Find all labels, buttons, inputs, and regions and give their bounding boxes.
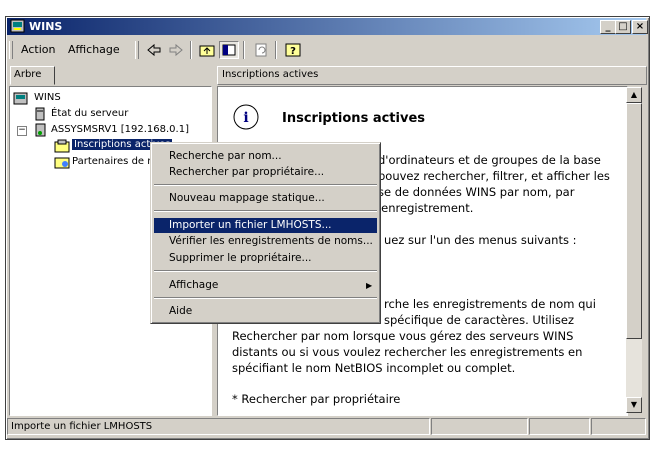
right-pane-header: Inscriptions actives: [217, 66, 647, 85]
forward-arrow-icon[interactable]: [166, 41, 186, 59]
menu-item-delete-owner[interactable]: Supprimer le propriétaire...: [154, 251, 377, 266]
content-line: Rechercher par nom lorsque vous gérez de…: [232, 329, 574, 343]
menu-action-label: Action: [21, 43, 56, 56]
menu-item-new-static-mapping[interactable]: Nouveau mappage statique...: [154, 191, 377, 206]
menu-view[interactable]: Affichage: [68, 43, 120, 56]
toolbar-separator-2: [243, 41, 245, 59]
menu-view-label: Affichage: [68, 43, 120, 56]
window-title: WINS: [29, 20, 63, 33]
active-registrations-icon: [54, 139, 70, 153]
content-line: se de données WINS par nom, par: [378, 185, 575, 199]
content-line: spécifiant le nom NetBIOS incomplet ou c…: [232, 361, 516, 375]
svg-text:i: i: [243, 110, 248, 126]
content-line: d'ordinateurs et de groupes de la base: [378, 153, 601, 167]
minimize-button[interactable]: _: [600, 20, 616, 34]
close-button[interactable]: ×: [632, 20, 648, 34]
submenu-arrow-icon: ▶: [366, 281, 373, 290]
status-bar: Importe un fichier LMHOSTS: [5, 417, 648, 436]
content-line: pouvez rechercher, filtrer, et afficher …: [378, 169, 610, 183]
scroll-down-button[interactable]: ▼: [626, 397, 642, 413]
content-heading: Inscriptions actives: [282, 111, 426, 126]
collapse-toggle[interactable]: −: [17, 126, 27, 136]
maximize-button[interactable]: □: [615, 20, 631, 34]
content-line: spécifique de caractères. Utilisez: [384, 313, 574, 327]
server-status-icon: [35, 107, 45, 121]
menu-action[interactable]: Action: [21, 43, 55, 56]
help-icon[interactable]: ?: [283, 41, 303, 59]
menu-item-view[interactable]: Affichage ▶: [154, 278, 377, 293]
partners-icon: [54, 157, 70, 169]
info-icon: i: [233, 104, 259, 130]
server-icon: [35, 123, 46, 137]
menu-item-search-by-name[interactable]: Recherche par nom...: [154, 149, 377, 164]
svg-text:?: ?: [290, 46, 296, 57]
menu-separator: [154, 297, 377, 299]
tree-item-server-status[interactable]: État du serveur: [51, 108, 128, 119]
menu-item-search-by-owner[interactable]: Rechercher par propriétaire...: [154, 165, 377, 180]
content-line: uez sur l'un des menus suivants :: [384, 233, 577, 247]
content-line: * Rechercher par propriétaire: [232, 392, 401, 406]
tree-item-partners[interactable]: Partenaires de r: [72, 156, 151, 167]
menu-item-verify-records[interactable]: Vérifier les enregistrements de noms...: [154, 234, 377, 249]
menu-item-import-lmhosts[interactable]: Importer un fichier LMHOSTS...: [154, 218, 377, 233]
tab-tree[interactable]: Arbre: [10, 66, 55, 85]
scroll-thumb[interactable]: [626, 103, 642, 339]
toolbar-grip[interactable]: [9, 41, 13, 59]
tree-item-wins[interactable]: WINS: [34, 92, 61, 103]
wins-app-icon: [10, 19, 25, 33]
up-folder-icon[interactable]: [197, 41, 217, 59]
scroll-up-button[interactable]: ▲: [626, 87, 642, 103]
status-cell-4: [591, 418, 646, 435]
menu-item-help[interactable]: Aide: [154, 304, 377, 319]
back-arrow-icon[interactable]: [144, 41, 164, 59]
menu-toolbar: Action Affichage ?: [7, 38, 646, 62]
refresh-icon[interactable]: [251, 41, 271, 59]
status-cell-3: [529, 418, 590, 435]
menu-item-view-label: Affichage: [169, 279, 219, 291]
toolbar-separator: [190, 41, 192, 59]
right-pane-header-label: Inscriptions actives: [222, 69, 319, 80]
show-tree-button[interactable]: [219, 41, 239, 59]
content-line: 'enregistrement.: [378, 201, 474, 215]
content-line: distants ou si vous voulez rechercher le…: [232, 345, 583, 359]
tab-tree-label: Arbre: [14, 69, 42, 80]
tree-item-server[interactable]: ASSYSMSRV1 [192.168.0.1]: [51, 124, 189, 135]
content-line: rche les enregistrements de nom qui: [384, 297, 596, 311]
status-text: Importe un fichier LMHOSTS: [7, 418, 430, 435]
menu-separator: [154, 184, 377, 186]
toolbar-grip-2[interactable]: [135, 41, 139, 59]
tree-pane-icon: [222, 44, 236, 56]
wins-icon: [13, 92, 28, 105]
title-bar[interactable]: WINS _ □ ×: [7, 18, 648, 35]
context-menu: Recherche par nom... Rechercher par prop…: [150, 142, 381, 324]
toolbar-separator-3: [275, 41, 277, 59]
status-cell-2: [431, 418, 528, 435]
vertical-scrollbar[interactable]: ▲ ▼: [626, 87, 642, 413]
menu-separator: [154, 210, 377, 212]
menu-separator: [154, 270, 377, 272]
